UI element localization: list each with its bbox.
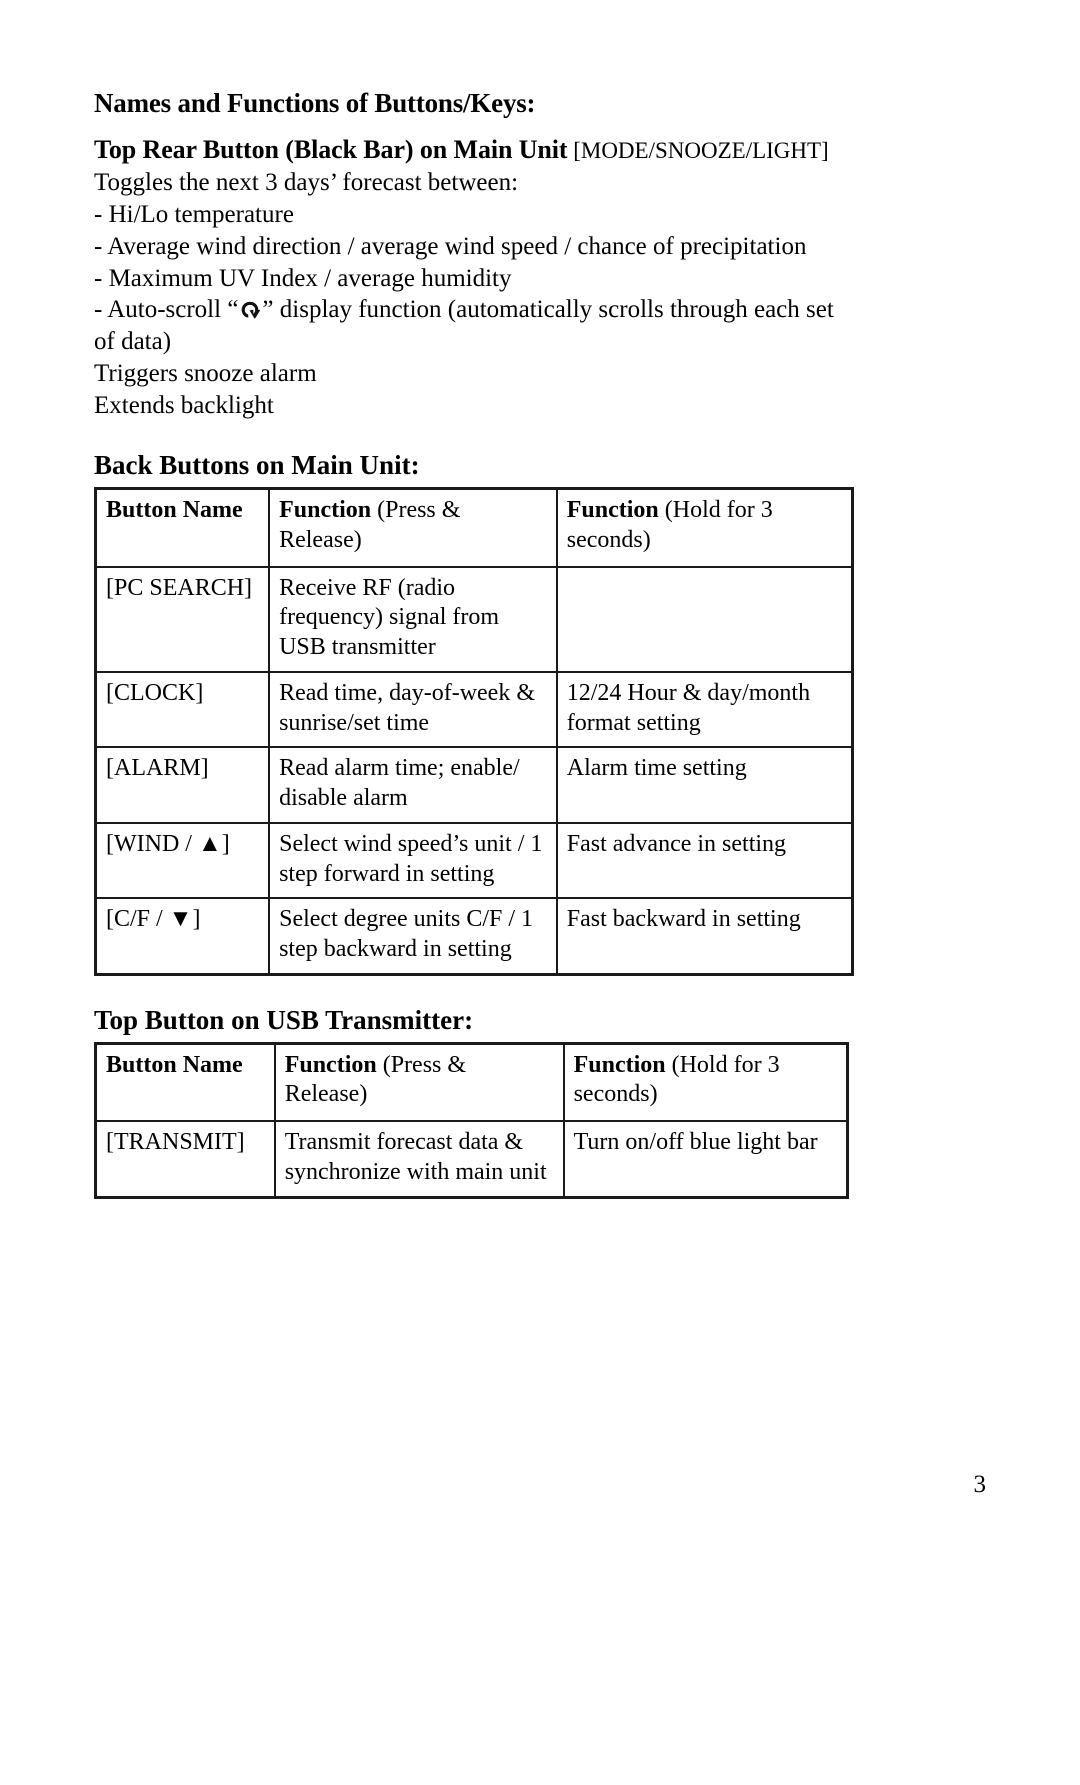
top-rear-button-heading-bold: Top Rear Button (Black Bar) on Main Unit [94,135,568,165]
top-rear-button-heading: Top Rear Button (Black Bar) on Main Unit… [94,134,856,165]
cell-button-name: [CLOCK] [94,670,271,749]
page-number: 3 [973,1471,987,1498]
cell-press-release: Transmit forecast data & synchronize wit… [273,1120,565,1199]
table-header-row: Button Name Function (Press & Release) F… [94,487,854,568]
auto-scroll-prefix: - Auto-scroll “ [94,296,239,324]
top-rear-button-codes: [MODE/SNOOZE/LIGHT] [573,138,829,164]
cell-press-release: Receive RF (radio frequency) signal from… [268,565,558,673]
cell-hold: Fast advance in setting [555,821,854,900]
cell-press-release: Select degree units C/F / 1 step backwar… [268,897,558,976]
cell-button-name: [C/F / ▼] [94,897,271,976]
table-back-buttons: Button Name Function (Press & Release) F… [94,487,854,976]
line-triggers-snooze: Triggers snooze alarm [94,359,317,387]
table-row: [PC SEARCH] Receive RF (radio frequency)… [94,565,854,673]
cell-button-name: [ALARM] [94,746,271,824]
header-function-hold: Function (Hold for 3 seconds) [562,1042,849,1123]
back-buttons-heading: Back Buttons on Main Unit: [94,450,420,481]
page-title: Names and Functions of Buttons/Keys: [94,88,536,118]
header-function-bold-b: Function [566,497,659,524]
line-extends-backlight: Extends backlight [94,391,274,419]
cell-press-release: Select wind speed’s unit / 1 step forwar… [268,821,558,900]
table-row: [ALARM] Read alarm time; enable/ disable… [94,746,854,824]
table-row: [CLOCK] Read time, day-of-week & sunrise… [94,670,854,749]
page-content: Names and Functions of Buttons/Keys: Top… [94,88,856,1199]
header-function-bold-c: Function [284,1051,377,1078]
header-function-bold-a: Function [279,497,372,524]
usb-transmitter-heading: Top Button on USB Transmitter: [94,1004,474,1035]
header-function-press-release: Function (Press & Release) [273,1042,565,1123]
cell-button-name: [WIND / ▲] [94,821,271,900]
cell-hold: 12/24 Hour & day/month format setting [555,670,854,749]
header-function-press-release: Function (Press & Release) [268,487,558,568]
cell-hold [555,565,854,673]
toggle-intro-line: Toggles the next 3 days’ forecast betwee… [94,169,519,197]
table-row: [C/F / ▼] Select degree units C/F / 1 st… [94,897,854,976]
bullet-auto-scroll: - Auto-scroll “” display function (autom… [94,294,856,358]
cell-hold: Turn on/off blue light bar [562,1120,849,1199]
cell-press-release: Read alarm time; enable/ disable alarm [268,746,558,824]
bullet-uv-humidity: - Maximum UV Index / average humidity [94,264,512,292]
table-usb-transmitter: Button Name Function (Press & Release) F… [94,1041,849,1199]
header-button-name: Button Name [94,1042,276,1123]
cell-hold: Alarm time setting [555,746,854,824]
auto-scroll-circular-arrow-icon [239,298,261,320]
cell-press-release: Read time, day-of-week & sunrise/set tim… [268,670,558,749]
cell-hold: Fast backward in setting [555,897,854,976]
cell-button-name: [TRANSMIT] [94,1120,276,1199]
bullet-wind-precipitation: - Average wind direction / average wind … [94,232,807,260]
table-row: [WIND / ▲] Select wind speed’s unit / 1 … [94,821,854,900]
header-button-name-label: Button Name [106,497,243,524]
header-function-hold: Function (Hold for 3 seconds) [555,487,854,568]
cell-button-name: [PC SEARCH] [94,565,271,673]
header-button-name: Button Name [94,487,271,568]
manual-page: Names and Functions of Buttons/Keys: Top… [0,0,1080,1785]
bullet-hi-lo-temperature: - Hi/Lo temperature [94,201,294,229]
table-row: [TRANSMIT] Transmit forecast data & sync… [94,1120,849,1199]
header-function-bold-d: Function [573,1051,666,1078]
table-header-row: Button Name Function (Press & Release) F… [94,1042,849,1123]
